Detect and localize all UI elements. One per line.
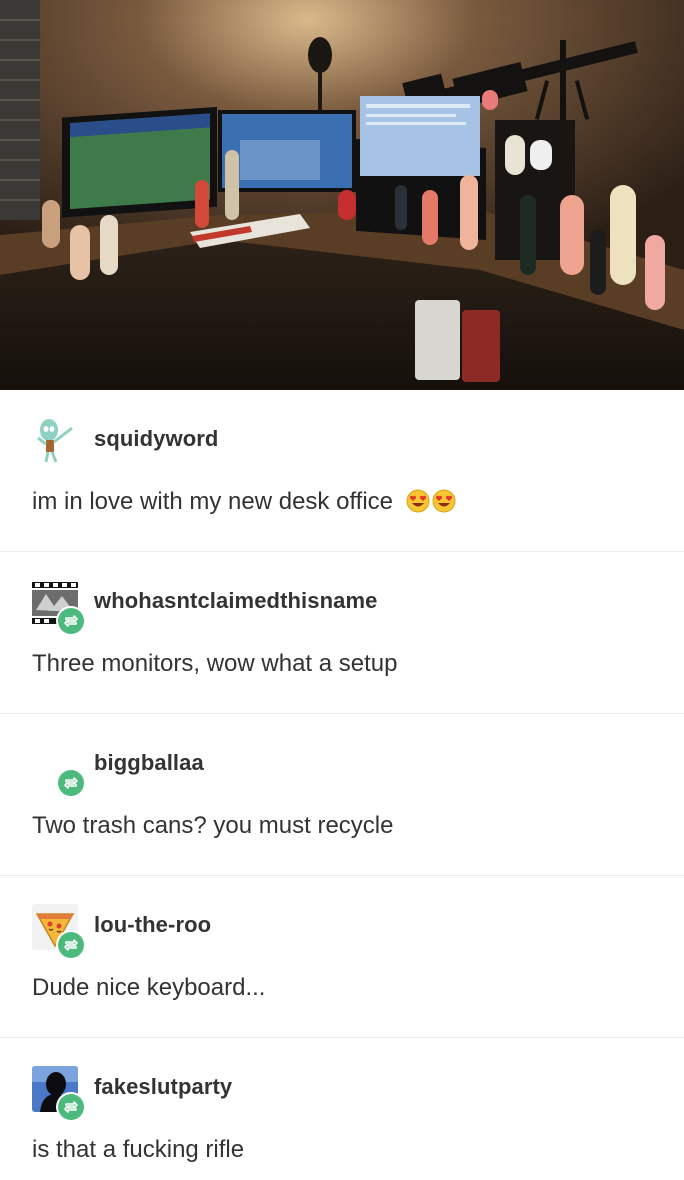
squidward-dab-avatar[interactable] — [32, 418, 78, 464]
post-text: Two trash cans? you must recycle — [32, 812, 394, 839]
username[interactable]: lou-the-roo — [94, 912, 211, 938]
avatar-container[interactable] — [32, 1066, 86, 1122]
post-item: biggballaa Two trash cans? you must recy… — [0, 714, 684, 876]
reblog-icon — [64, 1101, 78, 1113]
post-text: im in love with my new desk office — [32, 488, 458, 520]
post-item: squidyword im in love with my new desk o… — [0, 390, 684, 552]
reblog-badge — [56, 930, 86, 960]
reblog-badge — [56, 1092, 86, 1122]
reblog-badge — [56, 768, 86, 798]
username[interactable]: fakeslutparty — [94, 1074, 232, 1100]
post-item: lou-the-roo Dude nice keyboard... — [0, 876, 684, 1038]
heart-eyes-emoji — [432, 489, 456, 513]
username[interactable]: whohasntclaimedthisname — [94, 588, 377, 614]
post-text: Dude nice keyboard... — [32, 974, 266, 1001]
heart-eyes-emoji — [406, 489, 430, 513]
avatar-container[interactable] — [32, 580, 86, 636]
post-item: fakeslutparty is that a fucking rifle — [0, 1038, 684, 1180]
reblog-badge — [56, 606, 86, 636]
post-text: Three monitors, wow what a setup — [32, 650, 398, 677]
username[interactable]: biggballaa — [94, 750, 204, 776]
post-text: is that a fucking rifle — [32, 1136, 245, 1163]
reblog-icon — [64, 615, 78, 627]
emoji-row — [406, 489, 458, 520]
desk-setup-photo — [0, 0, 684, 390]
avatar-container[interactable] — [32, 418, 78, 464]
reblog-icon — [64, 777, 78, 789]
username[interactable]: squidyword — [94, 426, 218, 452]
post-item: whohasntclaimedthisname Three monitors, … — [0, 552, 684, 714]
tumblr-post-thread: squidyword im in love with my new desk o… — [0, 0, 684, 1180]
avatar-container[interactable] — [32, 904, 86, 960]
reblog-icon — [64, 939, 78, 951]
avatar-container[interactable] — [32, 742, 86, 798]
post-text-content: im in love with my new desk office — [32, 488, 394, 515]
